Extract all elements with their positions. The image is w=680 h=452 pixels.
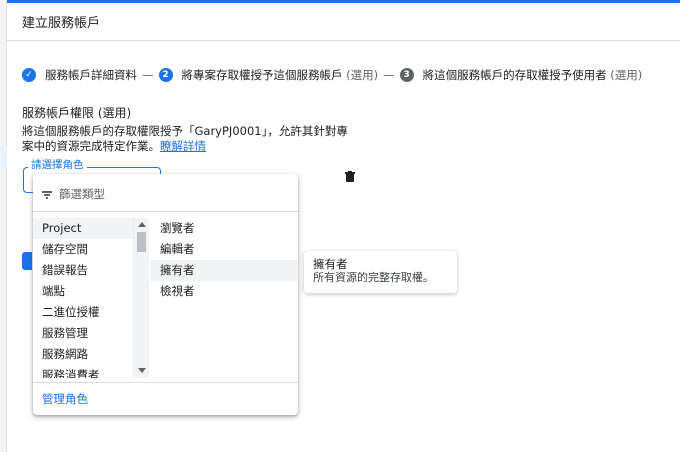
category-item-error-reporting[interactable]: 錯誤報告 [33, 260, 133, 281]
filter-input[interactable]: 篩選類型 [59, 186, 105, 202]
role-list: 瀏覽者 編輯者 擁有者 檢視者 [150, 218, 298, 318]
filter-icon-line [42, 191, 52, 193]
category-item-storage[interactable]: 儲存空間 [33, 239, 133, 260]
permissions-title: 服務帳戶權限 (選用) [22, 106, 132, 120]
step-1-label[interactable]: 服務帳戶詳細資料 [45, 67, 137, 83]
learn-more-link[interactable]: 瞭解詳情 [160, 139, 206, 153]
filter-row[interactable]: 篩選類型 [33, 174, 298, 212]
category-list: Project 儲存空間 錯誤報告 端點 二進位授權 服務管理 服務網路 服務消… [33, 218, 149, 378]
category-item-service-consumer[interactable]: 服務消費者 [33, 365, 133, 378]
step-1-check-icon: ✓ [22, 68, 36, 82]
role-dropdown-menu: 篩選類型 Project 儲存空間 錯誤報告 端點 二進位授權 服務管理 服務網… [33, 174, 298, 415]
permissions-description: 將這個服務帳戶的存取權限授予「GaryPJ0001」，允許其針對專 案中的資源完… [22, 124, 367, 154]
filter-icon-line [44, 194, 50, 196]
filter-icon-line [46, 197, 48, 199]
step-separator: — [383, 68, 395, 82]
continue-button-edge[interactable] [22, 252, 32, 270]
page-header: 建立服務帳戶 [7, 3, 680, 41]
step-separator: — [142, 68, 154, 82]
category-item-binary-authorization[interactable]: 二進位授權 [33, 302, 133, 323]
role-item-browser[interactable]: 瀏覽者 [150, 218, 298, 239]
step-3-label[interactable]: 將這個服務帳戶的存取權授予使用者 (選用) [423, 67, 643, 83]
step-2-label[interactable]: 將專案存取權授予這個服務帳戶 (選用) [182, 67, 379, 83]
filter-icon [42, 191, 52, 199]
menu-footer-divider [33, 382, 298, 383]
scroll-down-arrow-icon[interactable] [138, 368, 146, 373]
left-nav-rail [0, 0, 7, 452]
role-item-viewer[interactable]: 檢視者 [150, 281, 298, 302]
category-item-service-management[interactable]: 服務管理 [33, 323, 133, 344]
description-line-2-text: 案中的資源完成特定作業。 [22, 139, 160, 153]
category-item-endpoints[interactable]: 端點 [33, 281, 133, 302]
role-select-label: 請選擇角色 [28, 157, 87, 172]
role-tooltip: 擁有者 所有資源的完整存取權。 [304, 251, 457, 293]
step-3-number-icon: 3 [399, 68, 414, 82]
role-item-owner[interactable]: 擁有者 [150, 260, 298, 281]
tooltip-description: 所有資源的完整存取權。 [313, 271, 434, 284]
step-3-optional: (選用) [610, 68, 643, 82]
step-3-text: 將這個服務帳戶的存取權授予使用者 [422, 68, 607, 82]
role-item-editor[interactable]: 編輯者 [150, 239, 298, 260]
scroll-thumb[interactable] [137, 232, 146, 252]
page-title: 建立服務帳戶 [22, 16, 101, 31]
scroll-up-arrow-icon[interactable] [138, 222, 146, 227]
manage-roles-link[interactable]: 管理角色 [42, 391, 88, 407]
category-item-service-networking[interactable]: 服務網路 [33, 344, 133, 365]
step-2-optional: (選用) [346, 68, 379, 82]
step-2-number-icon: 2 [158, 68, 173, 82]
stepper: ✓ 服務帳戶詳細資料 — 2 將專案存取權授予這個服務帳戶 (選用) — 3 將… [22, 66, 642, 84]
left-nav-active-marker [0, 146, 7, 168]
delete-role-icon[interactable] [345, 171, 355, 183]
category-scrollbar[interactable] [133, 218, 149, 378]
step-2-text: 將專案存取權授予這個服務帳戶 [181, 68, 343, 82]
tooltip-title: 擁有者 [313, 257, 348, 271]
description-line-2: 案中的資源完成特定作業。瞭解詳情 [22, 139, 367, 154]
trash-can [346, 174, 354, 182]
category-item-project[interactable]: Project [33, 218, 133, 239]
description-line-1: 將這個服務帳戶的存取權限授予「GaryPJ0001」，允許其針對專 [22, 124, 348, 138]
